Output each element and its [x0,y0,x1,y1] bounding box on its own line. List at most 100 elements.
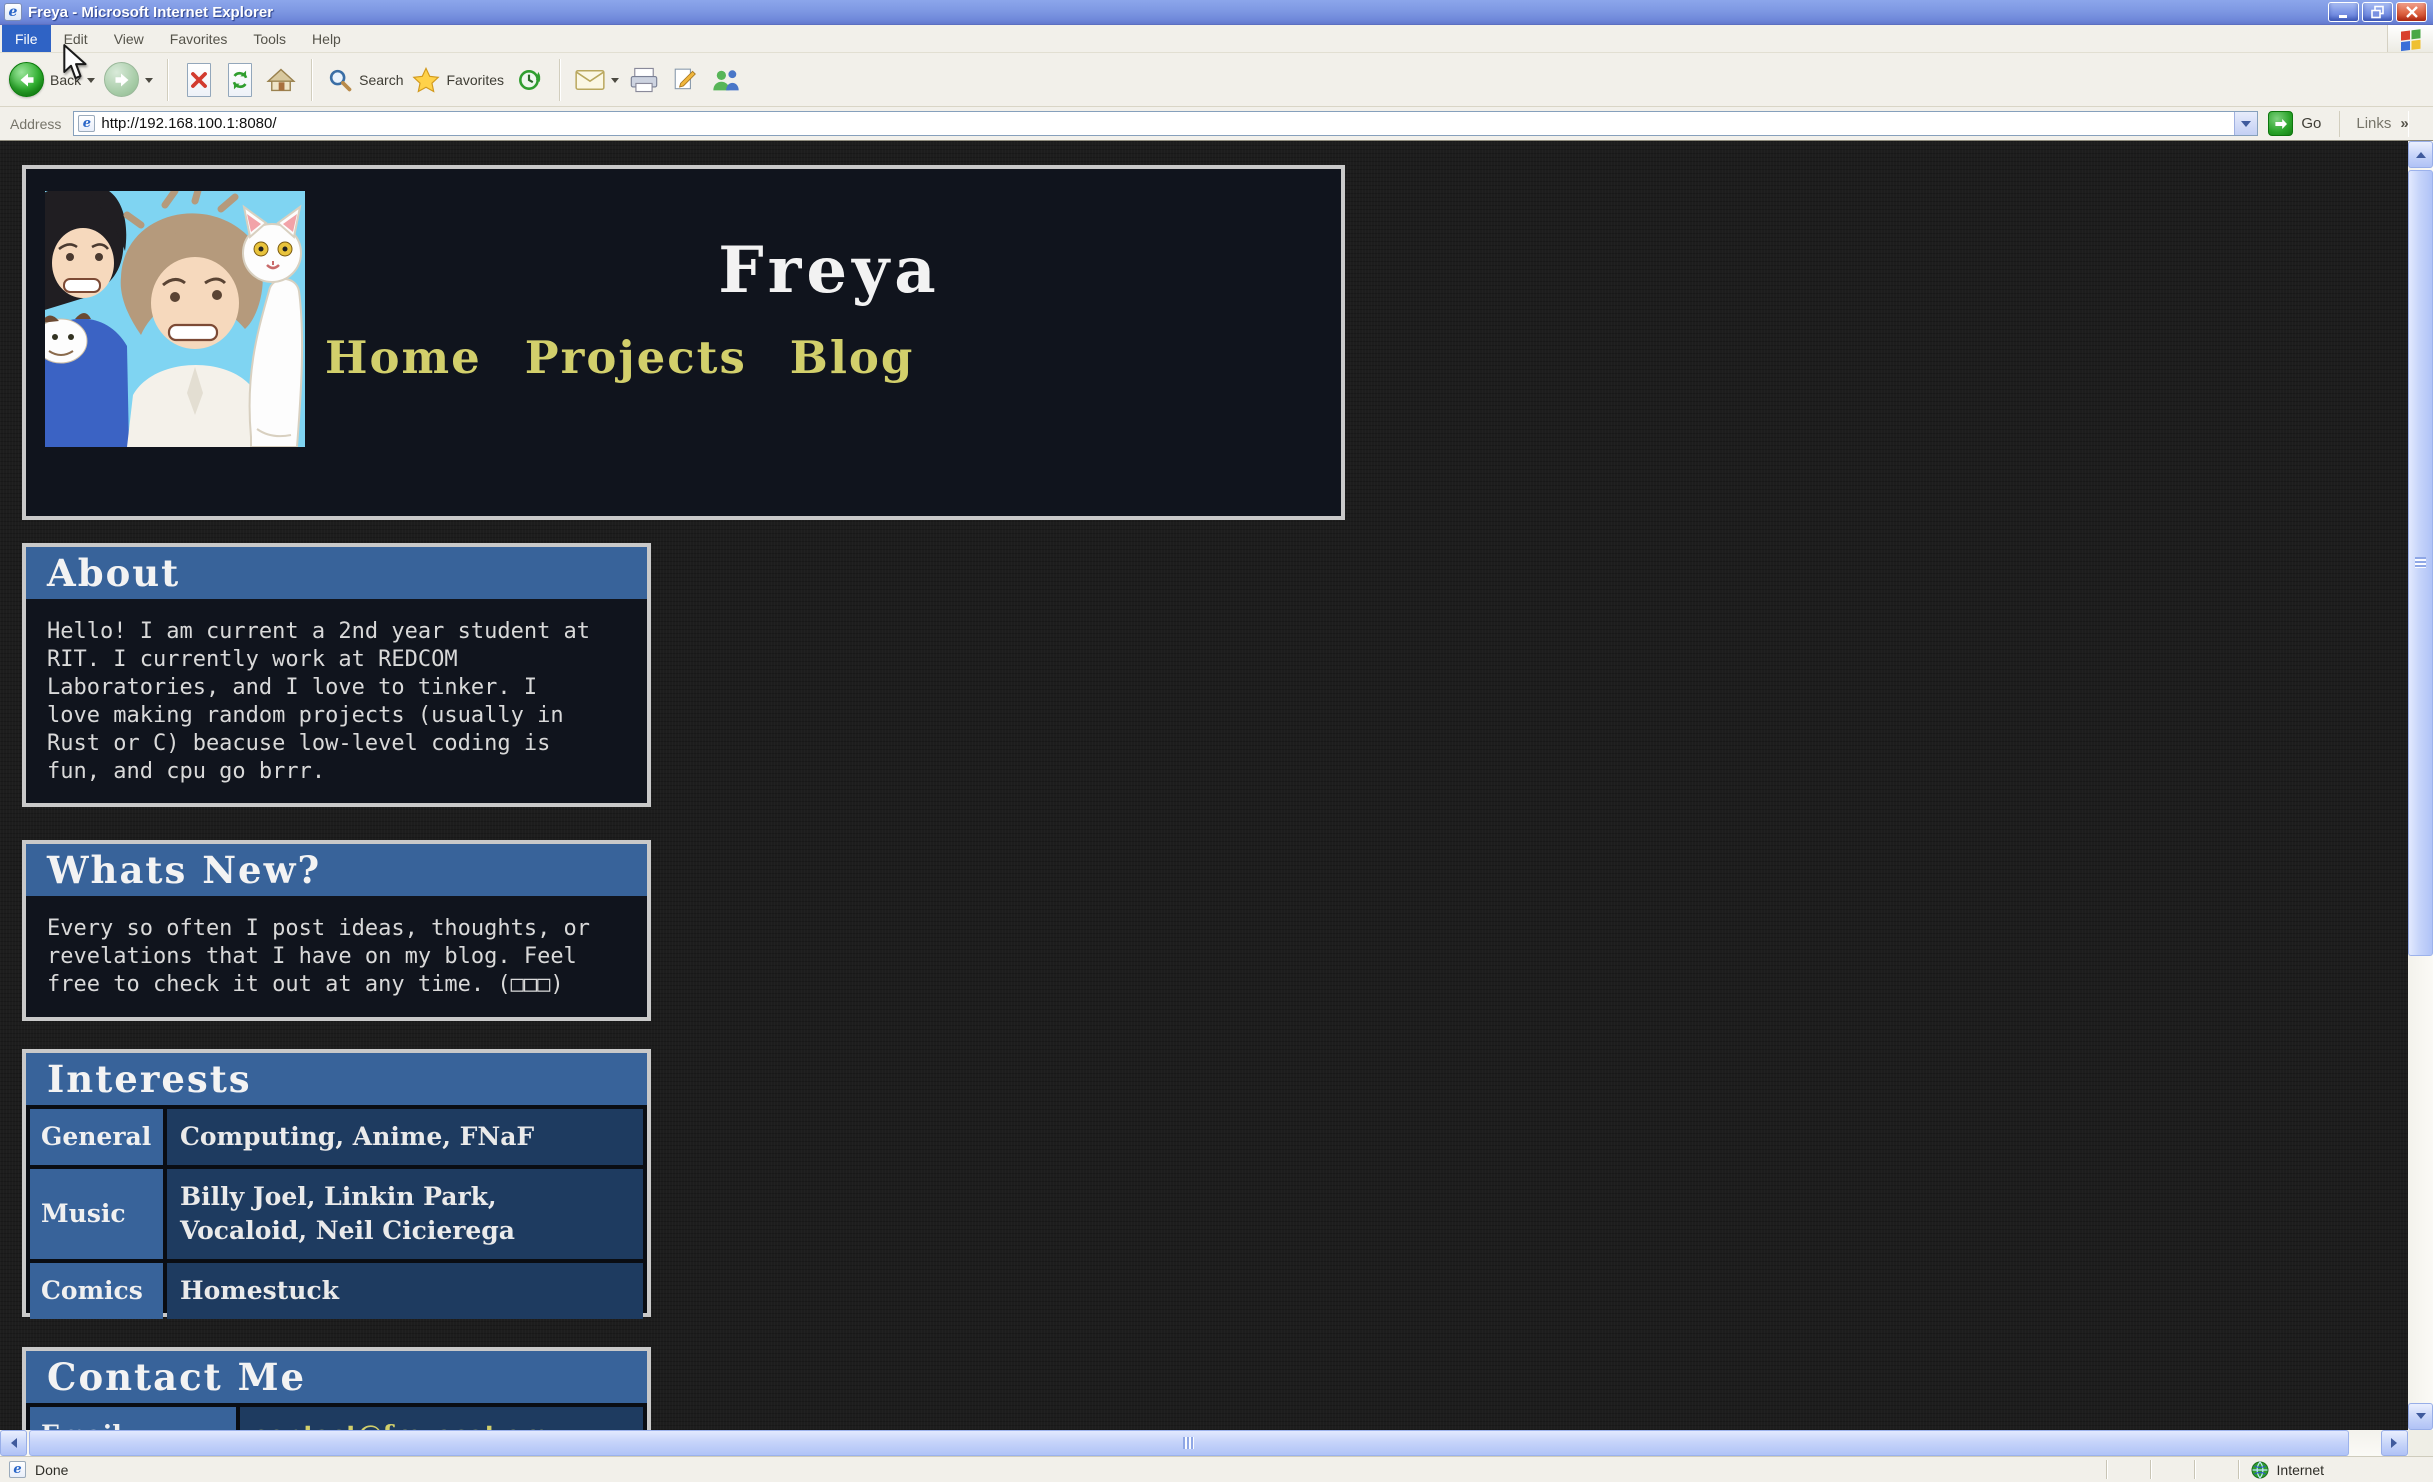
whats-new-title: Whats New? [47,852,321,889]
address-input[interactable]: e http://192.168.100.1:8080/ [73,111,2258,136]
menu-file[interactable]: File [2,25,51,52]
address-url: http://192.168.100.1:8080/ [101,115,276,132]
nav-home-link[interactable]: Home [325,335,482,380]
hero-image [45,191,305,447]
table-row: General Computing, Anime, FNaF [30,1109,643,1165]
contact-table: Email contact@freyacat.org [26,1403,647,1430]
site-title: Freya [318,239,1341,303]
mail-button[interactable] [575,69,619,91]
vertical-scrollbar[interactable] [2408,141,2433,1430]
whats-new-text: Every so often I post ideas, thoughts, o… [26,896,647,999]
messenger-button[interactable] [710,60,742,100]
links-toolbar[interactable]: Links » [2339,111,2408,137]
chevron-down-icon [2241,121,2251,132]
status-pane [2106,1460,2150,1479]
close-button[interactable] [2396,2,2427,22]
interest-value: Homestuck [167,1263,643,1319]
menu-tools[interactable]: Tools [240,25,299,52]
favorites-label: Favorites [446,72,504,88]
browser-viewport: Freya Home Projects Blog About Hello! I … [0,141,2408,1430]
print-button[interactable] [628,60,660,100]
mouse-cursor [62,44,89,82]
toolbar-separator [559,59,561,101]
ie-page-icon: e [78,115,95,132]
interests-title: Interests [47,1061,252,1098]
favorites-button[interactable]: Favorites [412,67,504,93]
arrow-up-icon [2416,147,2426,158]
messenger-icon [711,67,741,93]
about-section: About Hello! I am current a 2nd year stu… [22,543,651,807]
go-label: Go [2301,115,2321,132]
globe-icon [2251,1461,2269,1479]
go-button[interactable]: Go [2268,111,2321,136]
whats-new-section: Whats New? Every so often I post ideas, … [22,840,651,1021]
contact-section: Contact Me Email contact@freyacat.org [22,1347,651,1430]
menu-view[interactable]: View [101,25,157,52]
status-text: Done [35,1462,68,1478]
menu-favorites[interactable]: Favorites [157,25,241,52]
security-zone: Internet [2238,1460,2324,1479]
minimize-icon [2336,5,2352,19]
site-header-box: Freya Home Projects Blog [22,165,1345,520]
arrow-down-icon [2416,1413,2426,1424]
search-button[interactable]: Search [327,67,403,93]
horizontal-scrollbar[interactable] [0,1430,2408,1456]
restore-icon [2370,5,2386,19]
table-row: Email contact@freyacat.org [30,1407,643,1430]
ie-app-icon: e [4,3,22,21]
contact-title: Contact Me [47,1359,306,1396]
minimize-button[interactable] [2328,2,2359,22]
interest-category: Music [30,1169,163,1259]
scroll-left-button[interactable] [0,1430,27,1456]
home-button[interactable] [265,60,297,100]
links-label: Links [2356,115,2391,132]
scroll-right-button[interactable] [2381,1430,2408,1456]
nav-projects-link[interactable]: Projects [525,335,747,380]
arrow-left-icon [6,1438,17,1448]
contact-header-bar: Contact Me [26,1351,647,1403]
vertical-scroll-thumb[interactable] [2408,170,2433,956]
anime-artwork [45,191,305,447]
scroll-up-button[interactable] [2408,141,2433,168]
status-panes: Internet [2106,1460,2324,1479]
refresh-button[interactable] [224,60,256,100]
interest-value: Computing, Anime, FNaF [167,1109,643,1165]
address-label: Address [10,116,61,132]
search-icon [327,67,353,93]
nav-blog-link[interactable]: Blog [790,335,915,380]
table-row: Comics Homestuck [30,1263,643,1319]
window-controls [2328,2,2429,22]
contact-email-link[interactable]: contact@freyacat.org [240,1407,643,1430]
interests-header-bar: Interests [26,1053,647,1105]
interest-category: General [30,1109,163,1165]
scroll-down-button[interactable] [2408,1403,2433,1430]
windows-flag-throbber [2387,25,2433,52]
search-label: Search [359,72,403,88]
about-header-bar: About [26,547,647,599]
history-icon [516,67,542,93]
contact-label: Email [30,1407,236,1430]
restore-button[interactable] [2362,2,2393,22]
mail-dropdown-caret[interactable] [611,78,619,87]
chevron-more-icon[interactable]: » [2400,115,2408,132]
close-icon [2404,5,2420,19]
forward-button[interactable] [104,62,153,97]
forward-icon [104,62,139,97]
status-page-icon: e [9,1461,26,1478]
forward-dropdown-caret[interactable] [145,78,153,87]
history-button[interactable] [513,60,545,100]
edit-icon [672,67,698,93]
edit-button[interactable] [669,60,701,100]
interest-category: Comics [30,1263,163,1319]
address-dropdown-button[interactable] [2234,112,2257,135]
stop-button[interactable] [183,60,215,100]
arrow-right-icon [2391,1438,2402,1448]
back-icon [9,62,44,97]
about-text: Hello! I am current a 2nd year student a… [26,599,647,786]
table-row: Music Billy Joel, Linkin Park, Vocaloid,… [30,1169,643,1259]
horizontal-scroll-thumb[interactable] [29,1430,2349,1456]
windows-flag-icon [2398,26,2424,52]
favorites-star-icon [412,67,440,93]
menu-help[interactable]: Help [299,25,354,52]
zone-label: Internet [2277,1462,2324,1478]
